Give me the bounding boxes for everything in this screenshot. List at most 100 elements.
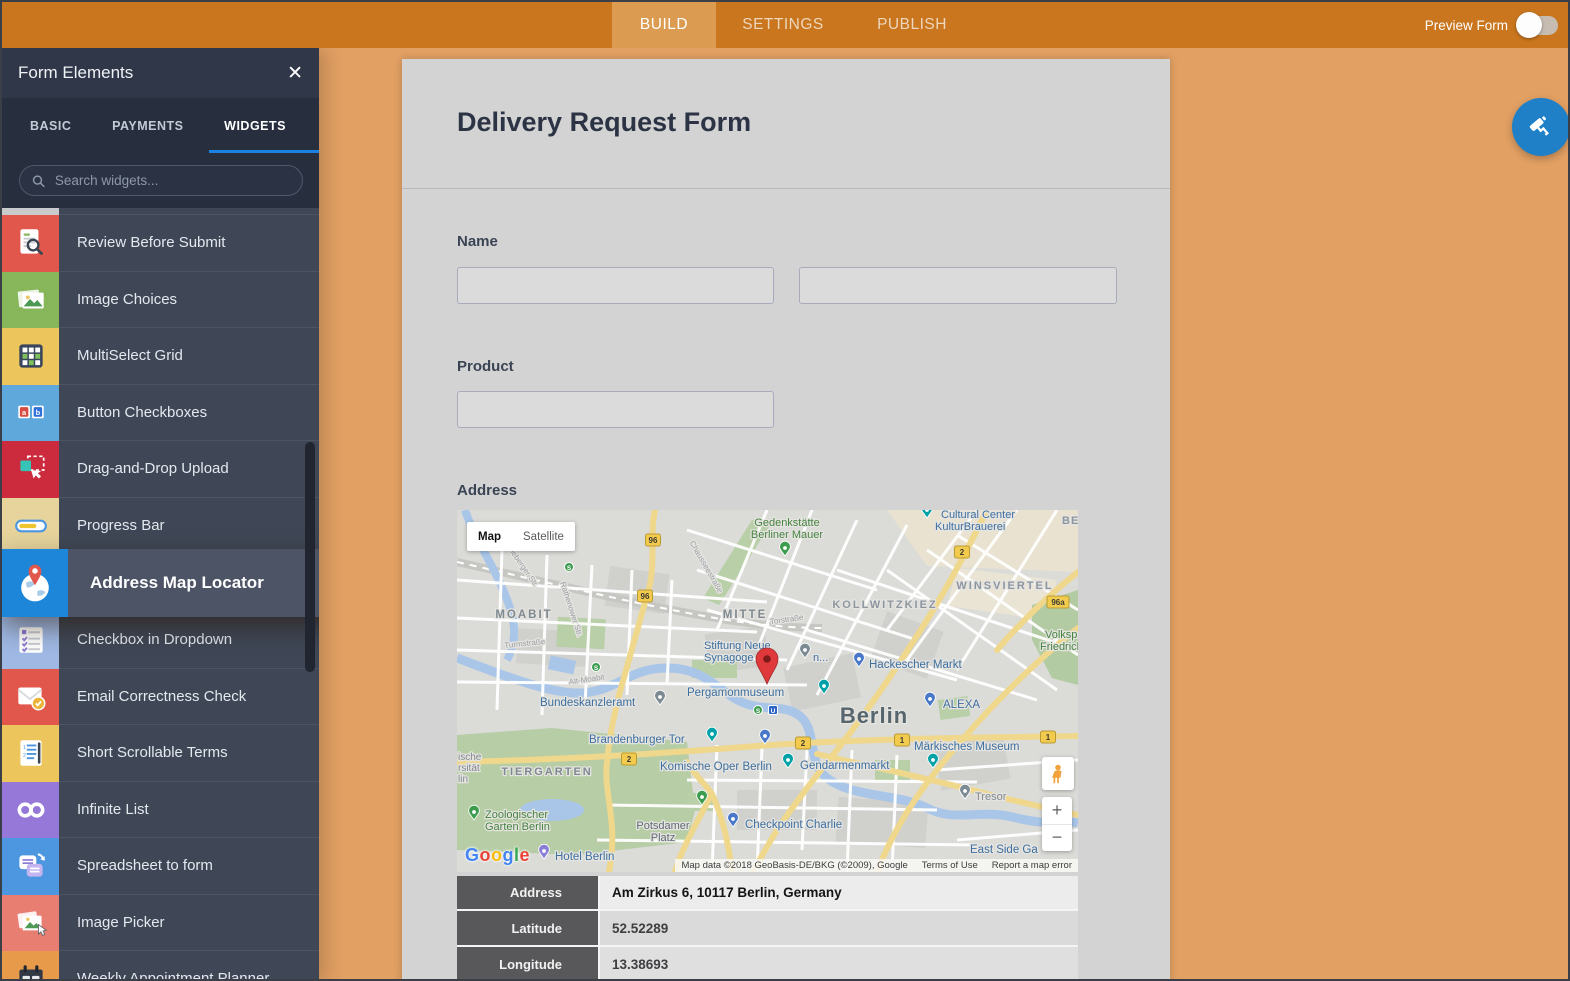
- checkdrop-icon: [2, 612, 59, 669]
- widget-label: Drag-and-Drop Upload: [59, 441, 319, 498]
- map-route-badge: 2: [960, 548, 965, 557]
- map-label: Checkpoint Charlie: [745, 819, 842, 831]
- map-type-satellite-button[interactable]: Satellite: [512, 531, 575, 543]
- widget-label: Progress Bar: [59, 498, 319, 555]
- widget-item-weekly-appointment-planner[interactable]: Weekly Appointment Planner: [2, 951, 319, 981]
- top-tab-build[interactable]: BUILD: [612, 2, 716, 48]
- address-result-table: AddressAm Zirkus 6, 10117 Berlin, German…: [457, 876, 1078, 981]
- address-table-value: 13.38693: [600, 947, 1078, 981]
- preview-form-label: Preview Form: [1425, 18, 1508, 33]
- zoom-out-button[interactable]: −: [1042, 825, 1072, 852]
- widget-item-progress-bar[interactable]: Progress Bar: [2, 498, 319, 555]
- widget-item-image-picker[interactable]: Image Picker: [2, 895, 319, 952]
- panel-tab-payments[interactable]: PAYMENTS: [112, 119, 183, 133]
- picker-icon: [2, 895, 59, 952]
- form-title: Delivery Request Form: [457, 107, 751, 138]
- widget-item-email-correctness-check[interactable]: Email Correctness Check: [2, 669, 319, 726]
- widget-label: Checkbox in Dropdown: [59, 612, 319, 669]
- pegman-control[interactable]: [1042, 757, 1074, 790]
- map-label: rsität: [458, 763, 480, 774]
- product-field-label: Product: [457, 358, 514, 375]
- panel-tab-widgets[interactable]: WIDGETS: [224, 119, 286, 133]
- calendar-icon: [2, 951, 59, 981]
- ab-icon: ab: [2, 385, 59, 442]
- map-label: Tresor: [975, 791, 1007, 803]
- search-box[interactable]: [19, 165, 303, 196]
- report-map-error-link[interactable]: Report a map error: [992, 860, 1072, 871]
- map-label: n...: [813, 652, 828, 664]
- map-label: lin: [458, 774, 468, 785]
- map-label: MITTE: [723, 609, 768, 621]
- svg-text:1: 1: [23, 745, 26, 751]
- widget-item-address-map-locator[interactable]: Address Map Locator: [2, 549, 319, 617]
- progress-icon: [2, 498, 59, 555]
- map-label: Brandenburger Tor: [589, 734, 685, 746]
- zoom-in-button[interactable]: +: [1042, 797, 1072, 825]
- top-tabs: BUILDSETTINGSPUBLISH: [612, 2, 974, 48]
- map-zoom-control[interactable]: + −: [1042, 797, 1072, 851]
- form-designer-button[interactable]: [1512, 98, 1570, 156]
- map-label: KulturBrauerei: [935, 521, 1005, 533]
- widget-item-infinite-list[interactable]: Infinite List: [2, 782, 319, 839]
- map-label: Zoologischer: [485, 809, 548, 821]
- map-route-badge: 2: [801, 739, 806, 748]
- address-table-row: AddressAm Zirkus 6, 10117 Berlin, German…: [457, 876, 1078, 911]
- widget-item-button-checkboxes[interactable]: abButton Checkboxes: [2, 385, 319, 442]
- search-input[interactable]: [53, 172, 290, 189]
- preview-form-toggle[interactable]: [1516, 12, 1558, 38]
- map-canvas[interactable]: SSSU 9696296a2211 GedenkstätteBerliner M…: [457, 510, 1078, 872]
- map-label: Märkisches Museum: [914, 741, 1019, 753]
- map-type-map-button[interactable]: Map: [467, 531, 512, 543]
- maploc-icon: [2, 549, 68, 617]
- images-icon: [2, 272, 59, 329]
- map-label: Volkspa: [1045, 629, 1078, 641]
- map-label: Garten Berlin: [485, 821, 550, 833]
- svg-text:2: 2: [23, 753, 26, 759]
- map-label: Hackescher Markt: [869, 659, 962, 671]
- panel-tab-basic[interactable]: BASIC: [30, 119, 71, 133]
- map-data-text: Map data ©2018 GeoBasis-DE/BKG (©2009), …: [681, 860, 907, 871]
- map-label: MOABIT: [495, 609, 552, 621]
- map-label: TIERGARTEN: [501, 766, 593, 778]
- address-table-row: Longitude13.38693: [457, 947, 1078, 981]
- name-last-input[interactable]: [799, 267, 1117, 304]
- map-label: Synagoge: [704, 652, 754, 664]
- map-label: KOLLWITZKIEZ: [832, 599, 937, 611]
- map-label: Komische Oper Berlin: [660, 761, 772, 773]
- widget-item-spreadsheet-to-form[interactable]: Spreadsheet to form: [2, 838, 319, 895]
- svg-text:b: b: [35, 408, 40, 417]
- map-type-control[interactable]: Map Satellite: [467, 522, 575, 551]
- widget-item-drag-and-drop-upload[interactable]: Drag-and-Drop Upload: [2, 441, 319, 498]
- top-navigation-bar: BUILDSETTINGSPUBLISH Preview Form: [2, 2, 1568, 48]
- product-input[interactable]: [457, 391, 774, 428]
- top-tab-publish[interactable]: PUBLISH: [850, 2, 974, 48]
- widget-item-image-choices[interactable]: Image Choices: [2, 272, 319, 329]
- address-table-label: Longitude: [457, 947, 600, 981]
- terms-of-use-link[interactable]: Terms of Use: [922, 860, 978, 871]
- widget-item-short-scrollable-terms[interactable]: 1 2 Short Scrollable Terms: [2, 725, 319, 782]
- scrollbar-thumb[interactable]: [305, 442, 315, 672]
- svg-text:S: S: [594, 665, 599, 672]
- map-label: Berlin: [840, 703, 908, 728]
- map-label: Gedenkstätte: [754, 517, 819, 529]
- review-icon: [2, 215, 59, 272]
- widget-label: Address Map Locator: [68, 549, 319, 617]
- toggle-knob[interactable]: [1516, 12, 1542, 38]
- map-label: BE: [1062, 515, 1078, 527]
- form-title-section[interactable]: Delivery Request Form: [402, 59, 1170, 189]
- widget-label: Short Scrollable Terms: [59, 725, 319, 782]
- close-icon[interactable]: ✕: [287, 64, 303, 83]
- name-first-input[interactable]: [457, 267, 774, 304]
- map-label: WINSVIERTEL: [956, 580, 1053, 592]
- widget-item-multiselect-grid[interactable]: MultiSelect Grid: [2, 328, 319, 385]
- top-tab-settings[interactable]: SETTINGS: [716, 2, 850, 48]
- dragdrop-icon: [2, 441, 59, 498]
- widget-item-checkbox-in-dropdown[interactable]: Checkbox in Dropdown: [2, 612, 319, 669]
- map-attribution: Map data ©2018 GeoBasis-DE/BKG (©2009), …: [675, 859, 1078, 872]
- address-table-value: Am Zirkus 6, 10117 Berlin, Germany: [600, 876, 1078, 909]
- svg-text:S: S: [567, 565, 572, 572]
- widget-item-review-before-submit[interactable]: Review Before Submit: [2, 215, 319, 272]
- address-map[interactable]: SSSU 9696296a2211 GedenkstätteBerliner M…: [457, 510, 1078, 872]
- panel-tabs: BASIC PAYMENTS WIDGETS: [2, 98, 319, 153]
- address-table-label: Latitude: [457, 911, 600, 945]
